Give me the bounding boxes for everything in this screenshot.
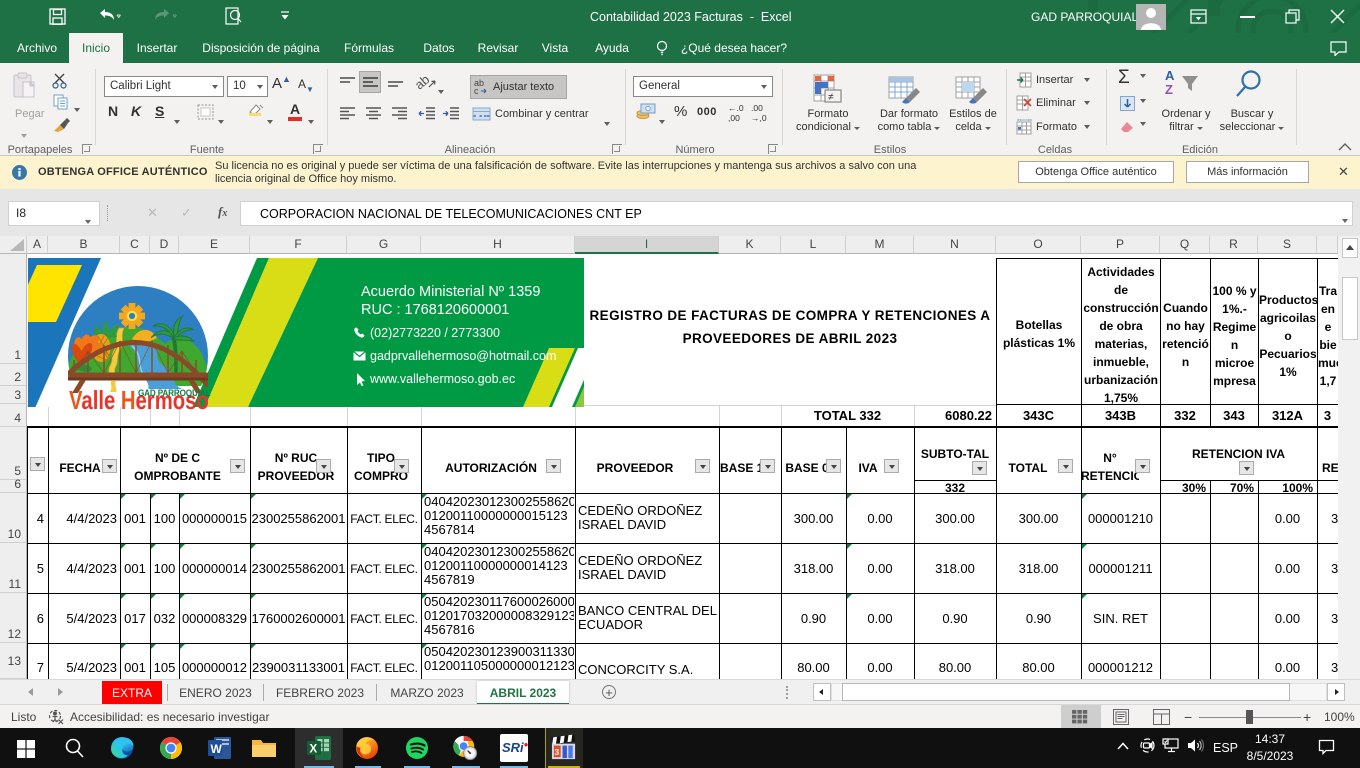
svg-text:3: 3 xyxy=(554,747,559,757)
svg-text:c: c xyxy=(474,86,479,95)
svg-text:ab: ab xyxy=(416,74,432,92)
svg-text:≠: ≠ xyxy=(828,92,834,103)
svg-text:X: X xyxy=(310,744,318,756)
svg-text:W: W xyxy=(211,742,223,756)
